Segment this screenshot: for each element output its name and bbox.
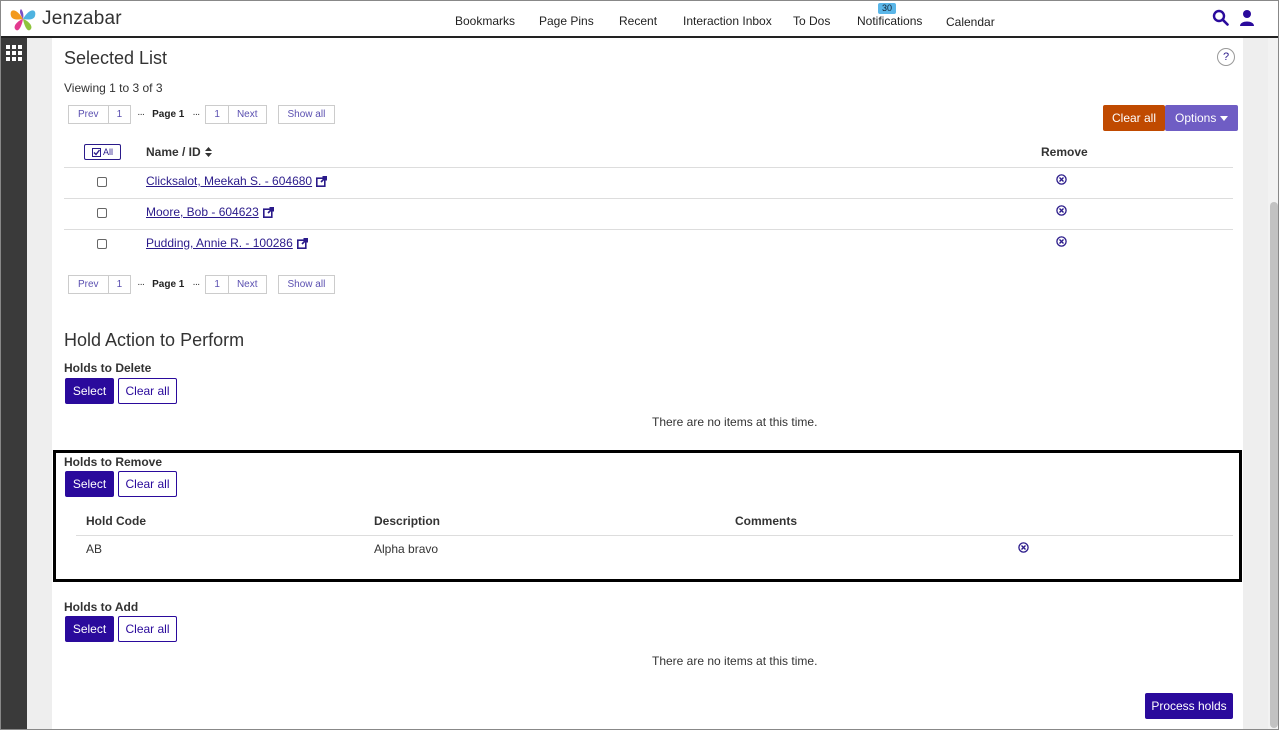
student-link[interactable]: Pudding, Annie R. - 100286: [146, 236, 293, 250]
help-icon[interactable]: ?: [1217, 48, 1235, 66]
pager-dots: ···: [192, 279, 200, 290]
table-row: Moore, Bob - 604623: [146, 205, 274, 219]
select-all-button[interactable]: All: [84, 144, 121, 160]
top-nav: Bookmarks Page Pins Recent Interaction I…: [1, 1, 1278, 38]
pager-top: Prev 1 ··· Page 1 ··· 1 Next Show all: [68, 105, 336, 124]
apps-grid-icon[interactable]: [6, 45, 22, 61]
hold-description-cell: Alpha bravo: [374, 542, 439, 556]
pager-last[interactable]: 1: [205, 105, 229, 124]
pager-first[interactable]: 1: [108, 105, 132, 124]
pager-current: Page 1: [152, 279, 185, 290]
student-link[interactable]: Moore, Bob - 604623: [146, 205, 259, 219]
pager-show-all[interactable]: Show all: [277, 275, 336, 294]
add-clear-all-button[interactable]: Clear all: [118, 616, 177, 642]
remove-icon[interactable]: [1018, 542, 1029, 553]
caret-down-icon: [1220, 115, 1229, 121]
col-description: Description: [374, 514, 441, 528]
delete-clear-all-button[interactable]: Clear all: [118, 378, 177, 404]
left-rail: [1, 38, 27, 729]
table-row: Clicksalot, Meekah S. - 604680: [146, 174, 328, 188]
pager-show-all[interactable]: Show all: [277, 105, 336, 124]
check-square-icon: [91, 147, 101, 157]
add-select-button[interactable]: Select: [65, 616, 114, 642]
nav-interaction-inbox[interactable]: Interaction Inbox: [683, 14, 772, 28]
delete-empty-message: There are no items at this time.: [652, 415, 818, 429]
nav-to-dos[interactable]: To Dos: [793, 14, 830, 28]
holds-to-remove-panel: [53, 450, 1242, 582]
col-hold-code: Hold Code: [86, 514, 146, 528]
user-icon[interactable]: [1239, 9, 1255, 26]
sort-icon: [204, 147, 212, 157]
pager-dots: ···: [137, 109, 145, 120]
top-icons: [1212, 9, 1255, 26]
app-frame: Jenzabar Bookmarks Page Pins Recent Inte…: [0, 0, 1279, 730]
viewing-count: Viewing 1 to 3 of 3: [64, 81, 163, 95]
row-checkbox[interactable]: [97, 239, 107, 249]
pager-bottom: Prev 1 ··· Page 1 ··· 1 Next Show all: [68, 275, 336, 294]
main-content: Selected List ? Viewing 1 to 3 of 3 Prev…: [52, 38, 1243, 729]
options-label: Options: [1175, 111, 1217, 125]
remove-clear-all-button[interactable]: Clear all: [118, 471, 177, 497]
pager-dots: ···: [192, 109, 200, 120]
row-checkbox[interactable]: [97, 208, 107, 218]
remove-icon[interactable]: [1056, 205, 1067, 216]
nav-calendar[interactable]: Calendar: [946, 15, 995, 29]
remove-icon[interactable]: [1056, 236, 1067, 247]
nav-recent[interactable]: Recent: [619, 14, 657, 28]
col-comments: Comments: [735, 514, 798, 528]
clear-all-button[interactable]: Clear all: [1103, 105, 1166, 131]
pager-first[interactable]: 1: [108, 275, 132, 294]
nav-notifications[interactable]: Notifications: [857, 14, 922, 28]
notifications-badge: 30: [878, 3, 896, 14]
col-remove: Remove: [1041, 145, 1088, 159]
external-link-icon[interactable]: [316, 175, 328, 187]
table-row: Pudding, Annie R. - 100286: [146, 236, 308, 250]
select-all-label: All: [102, 147, 113, 157]
process-holds-button[interactable]: Process holds: [1145, 693, 1233, 719]
col-name-id[interactable]: Name / ID: [146, 145, 212, 159]
delete-select-button[interactable]: Select: [65, 378, 114, 404]
pager-last[interactable]: 1: [205, 275, 229, 294]
top-header: Jenzabar Bookmarks Page Pins Recent Inte…: [1, 1, 1278, 38]
pager-next[interactable]: Next: [228, 275, 267, 294]
student-link[interactable]: Clicksalot, Meekah S. - 604680: [146, 174, 312, 188]
options-button[interactable]: Options: [1165, 105, 1239, 131]
nav-bookmarks[interactable]: Bookmarks: [455, 14, 515, 28]
pager-next[interactable]: Next: [228, 105, 267, 124]
scrollbar-thumb[interactable]: [1270, 202, 1278, 728]
external-link-icon[interactable]: [262, 206, 274, 218]
left-gutter: [27, 38, 52, 729]
pager-dots: ···: [137, 279, 145, 290]
row-checkbox[interactable]: [97, 177, 107, 187]
holds-to-remove-label: Holds to Remove: [64, 455, 163, 469]
holds-to-delete-label: Holds to Delete: [64, 361, 152, 375]
hold-code-cell: AB: [86, 542, 103, 556]
pager-prev[interactable]: Prev: [68, 275, 109, 294]
hold-action-title: Hold Action to Perform: [64, 330, 245, 350]
nav-page-pins[interactable]: Page Pins: [539, 14, 594, 28]
remove-select-button[interactable]: Select: [65, 471, 114, 497]
external-link-icon[interactable]: [296, 237, 308, 249]
right-gutter: [1243, 38, 1268, 729]
selected-list-title: Selected List: [64, 48, 168, 68]
holds-to-add-label: Holds to Add: [64, 600, 139, 614]
search-icon[interactable]: [1212, 9, 1229, 26]
add-empty-message: There are no items at this time.: [652, 654, 818, 668]
remove-icon[interactable]: [1056, 174, 1067, 185]
pager-prev[interactable]: Prev: [68, 105, 109, 124]
scrollbar[interactable]: [1268, 38, 1278, 729]
pager-current: Page 1: [152, 109, 185, 120]
col-name-id-label: Name / ID: [146, 145, 201, 159]
